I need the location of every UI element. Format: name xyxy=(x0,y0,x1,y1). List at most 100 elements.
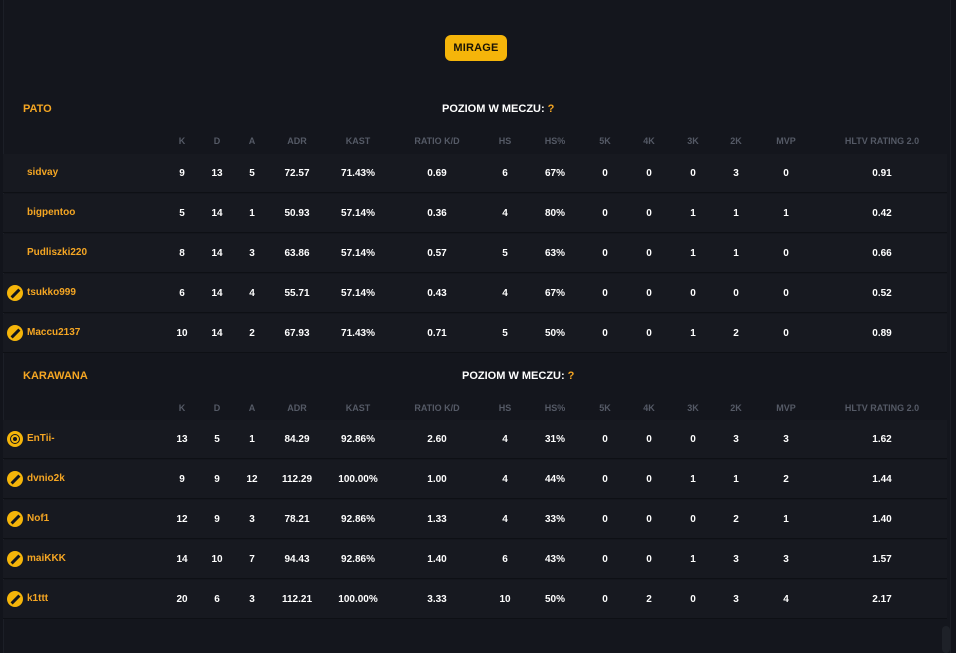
player-name[interactable]: Pudliszki220 xyxy=(27,247,87,258)
column-header-hs: HS xyxy=(498,403,512,413)
column-header-hs: HS xyxy=(498,136,512,146)
player-name[interactable]: Maccu2137 xyxy=(27,327,80,338)
stat-mvp: 0 xyxy=(783,328,789,339)
stat-a: 7 xyxy=(249,554,255,565)
stats-header: K D A ADR KAST RATIO K/D HS HS% 5K 4K 3K 2K MVP HLTV … xyxy=(3,401,949,421)
slash-badge-icon xyxy=(7,325,23,341)
stat-hltv-rating: 1.57 xyxy=(872,554,892,565)
stat-adr: 63.86 xyxy=(284,248,310,259)
column-header-hltv-rating: HLTV RATING 2.0 xyxy=(844,403,920,413)
stat-ratio-kd: 2.60 xyxy=(427,434,447,445)
stat-hs: 4 xyxy=(502,434,508,445)
stat-k: 6 xyxy=(179,288,185,299)
player-name[interactable]: bigpentoo xyxy=(27,207,75,218)
player-name[interactable]: maiKKK xyxy=(27,553,66,564)
stat-d: 5 xyxy=(214,434,220,445)
stat-4k: 0 xyxy=(646,554,652,565)
stat-3k: 0 xyxy=(690,594,696,605)
player-name[interactable]: tsukko999 xyxy=(27,287,76,298)
stat-2k: 1 xyxy=(733,248,739,259)
column-header-mvp: MVP xyxy=(776,403,796,413)
stat-mvp: 2 xyxy=(783,474,789,485)
column-header-hs-pct: HS% xyxy=(544,136,566,146)
stat-5k: 0 xyxy=(602,474,608,485)
stat-adr: 84.29 xyxy=(284,434,310,445)
slash-badge-icon xyxy=(7,471,23,487)
stat-mvp: 1 xyxy=(783,208,789,219)
stat-hs: 10 xyxy=(499,594,511,605)
stat-hs-pct: 33% xyxy=(544,514,566,525)
stat-k: 8 xyxy=(179,248,185,259)
stat-adr: 78.21 xyxy=(284,514,310,525)
stat-a: 4 xyxy=(249,288,255,299)
stat-adr: 50.93 xyxy=(284,208,310,219)
column-header-hs-pct: HS% xyxy=(544,403,566,413)
stat-5k: 0 xyxy=(602,288,608,299)
stat-k: 9 xyxy=(179,474,185,485)
player-row[interactable]: k1ttt 20 6 3 112.21 100.00% 3.33 10 50% 0 2 0 3 4 2.17 xyxy=(3,580,947,619)
stat-kast: 92.86% xyxy=(341,434,375,445)
stat-2k: 2 xyxy=(733,514,739,525)
player-row[interactable]: bigpentoo 5 14 1 50.93 57.14% 0.36 4 80% 0 0 1 1 1 0.4… xyxy=(3,194,947,233)
stat-k: 13 xyxy=(176,434,188,445)
stat-d: 14 xyxy=(211,208,223,219)
stat-ratio-kd: 0.71 xyxy=(427,328,447,339)
stat-mvp: 3 xyxy=(783,554,789,565)
stat-hs-pct: 63% xyxy=(544,248,566,259)
player-name[interactable]: k1ttt xyxy=(27,593,48,604)
stat-a: 12 xyxy=(246,474,258,485)
stat-mvp: 1 xyxy=(783,514,789,525)
stat-hltv-rating: 0.89 xyxy=(872,328,892,339)
player-name[interactable]: EnTii- xyxy=(27,433,55,444)
stat-3k: 0 xyxy=(690,168,696,179)
stat-hs: 4 xyxy=(502,514,508,525)
stat-4k: 0 xyxy=(646,474,652,485)
stat-hs-pct: 80% xyxy=(544,208,566,219)
stat-ratio-kd: 0.69 xyxy=(427,168,447,179)
stat-k: 9 xyxy=(179,168,185,179)
stat-4k: 0 xyxy=(646,208,652,219)
player-name[interactable]: Nof1 xyxy=(27,513,49,524)
team-name: KARAWANA xyxy=(23,370,88,382)
column-header-hltv-rating: HLTV RATING 2.0 xyxy=(844,136,920,146)
stat-mvp: 0 xyxy=(783,248,789,259)
player-name[interactable]: sidvay xyxy=(27,167,58,178)
stat-3k: 1 xyxy=(690,554,696,565)
stat-hs-pct: 67% xyxy=(544,288,566,299)
stat-d: 14 xyxy=(211,328,223,339)
stat-d: 9 xyxy=(214,474,220,485)
stat-2k: 3 xyxy=(733,434,739,445)
stat-k: 12 xyxy=(176,514,188,525)
column-header-3k: 3K xyxy=(687,136,699,146)
player-row[interactable]: maiKKK 14 10 7 94.43 92.86% 1.40 6 43% 0 0 1 3 3 1.57 xyxy=(3,540,947,579)
player-row[interactable]: Maccu2137 10 14 2 67.93 71.43% 0.71 5 50% 0 0 1 2 0 0.… xyxy=(3,314,947,353)
stat-adr: 112.21 xyxy=(281,594,313,605)
stat-3k: 0 xyxy=(690,434,696,445)
column-header-4k: 4K xyxy=(643,403,655,413)
player-row[interactable]: dvnio2k 9 9 12 112.29 100.00% 1.00 4 44% 0 0 1 1 2 1.4… xyxy=(3,460,947,499)
column-header-k: K xyxy=(178,136,186,146)
stat-hs-pct: 50% xyxy=(544,594,566,605)
stat-ratio-kd: 0.57 xyxy=(427,248,447,259)
player-row[interactable]: tsukko999 6 14 4 55.71 57.14% 0.43 4 67% 0 0 0 0 0 0.5… xyxy=(3,274,947,313)
stat-kast: 57.14% xyxy=(341,248,375,259)
player-row[interactable]: Pudliszki220 8 14 3 63.86 57.14% 0.57 5 63% 0 0 1 1 0… xyxy=(3,234,947,273)
stat-hltv-rating: 2.17 xyxy=(872,594,892,605)
player-row[interactable]: Nof1 12 9 3 78.21 92.86% 1.33 4 33% 0 0 0 2 1 1.40 xyxy=(3,500,947,539)
map-button[interactable]: MIRAGE xyxy=(445,35,507,61)
scrollbar-thumb[interactable] xyxy=(942,626,950,653)
column-header-adr: ADR xyxy=(287,403,307,413)
stat-5k: 0 xyxy=(602,434,608,445)
stat-hs: 4 xyxy=(502,474,508,485)
stat-hltv-rating: 1.44 xyxy=(872,474,892,485)
team-name: PATO xyxy=(23,103,52,115)
player-row[interactable]: sidvay 9 13 5 72.57 71.43% 0.69 6 67% 0 0 0 3 0 0.91 xyxy=(3,154,947,193)
stat-3k: 1 xyxy=(690,208,696,219)
stat-kast: 57.14% xyxy=(341,288,375,299)
column-header-d: D xyxy=(213,403,221,413)
stat-5k: 0 xyxy=(602,208,608,219)
player-row[interactable]: EnTii- 13 5 1 84.29 92.86% 2.60 4 31% 0 0 0 3 3 1.62 xyxy=(3,420,947,459)
player-name[interactable]: dvnio2k xyxy=(27,473,65,484)
stat-d: 6 xyxy=(214,594,220,605)
stat-d: 10 xyxy=(211,554,223,565)
